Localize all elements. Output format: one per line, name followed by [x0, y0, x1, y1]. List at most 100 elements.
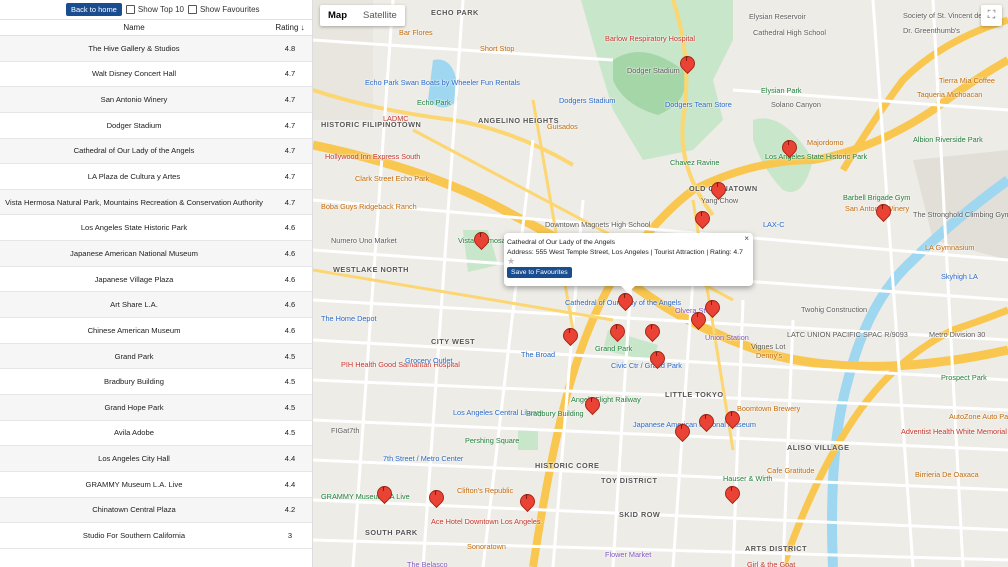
save-to-favourites-button[interactable]: Save to Favourites	[507, 266, 572, 278]
map-place-label[interactable]: LATC UNION PACIFIC SPAC R/9093	[787, 330, 908, 339]
map-place-label[interactable]: Grocery Outlet	[405, 356, 452, 365]
map-place-label[interactable]: Barbell Brigade Gym	[843, 193, 910, 202]
map-place-label[interactable]: HISTORIC CORE	[535, 461, 599, 470]
map-place-label[interactable]: ALISO VILLAGE	[787, 443, 849, 452]
map-place-label[interactable]: ECHO PARK	[431, 8, 479, 17]
map-place-label[interactable]: Bradbury Building	[526, 409, 584, 418]
table-row[interactable]: The Hive Gallery & Studios 4.8	[0, 35, 312, 62]
map-place-label[interactable]: CITY WEST	[431, 337, 475, 346]
map-place-label[interactable]: Solano Canyon	[771, 100, 821, 109]
place-marker-icon[interactable]	[705, 300, 718, 319]
map-place-label[interactable]: Taqueria Michoacan	[917, 90, 982, 99]
table-row[interactable]: Japanese Village Plaza 4.6	[0, 266, 312, 292]
map-place-label[interactable]: The Belasco	[407, 560, 448, 567]
place-marker-icon[interactable]	[520, 494, 533, 513]
map-place-label[interactable]: Short Stop	[480, 44, 514, 53]
map-place-label[interactable]: TOY DISTRICT	[601, 476, 657, 485]
map-place-label[interactable]: Cafe Gratitude	[767, 466, 814, 475]
map-place-label[interactable]: Pershing Square	[465, 436, 519, 445]
place-marker-icon[interactable]	[650, 351, 663, 370]
place-marker-icon[interactable]	[695, 211, 708, 230]
map-place-label[interactable]: Clark Street Echo Park	[355, 174, 429, 183]
map-place-label[interactable]: Sonoratown	[467, 542, 506, 551]
table-row[interactable]: Grand Park 4.5	[0, 343, 312, 369]
back-to-home-button[interactable]: Back to home	[66, 3, 122, 16]
map-place-label[interactable]: Boomtown Brewery	[737, 404, 800, 413]
map-place-label[interactable]: Guisados	[547, 122, 578, 131]
map-type-map-button[interactable]: Map	[320, 5, 355, 26]
table-row[interactable]: Bradbury Building 4.5	[0, 369, 312, 395]
map-place-label[interactable]: Echo Park Swan Boats by Wheeler Fun Rent…	[365, 78, 520, 87]
place-marker-icon[interactable]	[618, 293, 631, 312]
map-place-label[interactable]: Girl & the Goat	[747, 560, 795, 567]
map-place-label[interactable]: Dodgers Team Store	[665, 100, 732, 109]
place-marker-icon[interactable]	[563, 328, 576, 347]
map-place-label[interactable]: Cathedral High School	[753, 28, 826, 37]
map-place-label[interactable]: LAX-C	[763, 220, 785, 229]
map-place-label[interactable]: Birrieria De Oaxaca	[915, 470, 979, 479]
table-row[interactable]: Chinatown Central Plaza 4.2	[0, 497, 312, 523]
place-marker-icon[interactable]	[675, 424, 688, 443]
place-marker-icon[interactable]	[782, 140, 795, 159]
map-place-label[interactable]: Civic Ctr / Grand Park	[611, 361, 682, 370]
column-header-name[interactable]: Name	[0, 20, 268, 36]
map-place-label[interactable]: SOUTH PARK	[365, 528, 418, 537]
map-place-label[interactable]: Dodger Stadium	[627, 66, 680, 75]
table-row[interactable]: Dodger Stadium 4.7	[0, 112, 312, 139]
close-icon[interactable]: ×	[744, 234, 749, 243]
map-place-label[interactable]: The Broad	[521, 350, 555, 359]
map-place-label[interactable]: WESTLAKE NORTH	[333, 265, 409, 274]
table-row[interactable]: San Antonio Winery 4.7	[0, 86, 312, 113]
map-place-label[interactable]: 7th Street / Metro Center	[383, 454, 463, 463]
map-place-label[interactable]: The Home Depot	[321, 314, 377, 323]
map-place-label[interactable]: Twohig Construction	[801, 305, 867, 314]
map-place-label[interactable]: ARTS DISTRICT	[745, 544, 807, 553]
map-place-label[interactable]: Dodgers Stadium	[559, 96, 615, 105]
place-marker-icon[interactable]	[711, 182, 724, 201]
show-top10-toggle[interactable]: Show Top 10	[125, 5, 184, 14]
place-marker-icon[interactable]	[429, 490, 442, 509]
place-marker-icon[interactable]	[725, 486, 738, 505]
table-row[interactable]: Los Angeles State Historic Park 4.6	[0, 215, 312, 241]
map-place-label[interactable]: Majordomo	[807, 138, 844, 147]
map-place-label[interactable]: Elysian Park	[761, 86, 802, 95]
map-place-label[interactable]: Union Station	[705, 333, 749, 342]
map-place-label[interactable]: LITTLE TOKYO	[665, 390, 724, 399]
map-place-label[interactable]: Bar Flores	[399, 28, 433, 37]
map-place-label[interactable]: Barlow Respiratory Hospital	[605, 34, 695, 43]
map-place-label[interactable]: Prospect Park	[941, 373, 987, 382]
map-place-label[interactable]: Skyhigh LA	[941, 272, 978, 281]
map-place-label[interactable]: Clifton's Republic	[457, 486, 513, 495]
table-row[interactable]: Grand Hope Park 4.5	[0, 394, 312, 421]
place-marker-icon[interactable]	[645, 324, 658, 343]
table-row[interactable]: Studio For Southern California 3	[0, 523, 312, 549]
map-place-label[interactable]: LADMC	[383, 114, 409, 123]
table-row[interactable]: GRAMMY Museum L.A. Live 4.4	[0, 471, 312, 498]
place-marker-icon[interactable]	[377, 486, 390, 505]
map-place-label[interactable]: Hollywood Inn Express South	[325, 152, 420, 161]
fullscreen-icon[interactable]: ⛶	[981, 5, 1002, 26]
map-place-label[interactable]: LA Gymnasium	[925, 243, 974, 252]
place-marker-icon[interactable]	[699, 414, 712, 433]
show-favourites-toggle[interactable]: Show Favourites	[187, 5, 260, 14]
map-type-satellite-button[interactable]: Satellite	[355, 5, 405, 26]
place-marker-icon[interactable]	[876, 204, 889, 223]
place-marker-icon[interactable]	[610, 324, 623, 343]
table-row[interactable]: LA Plaza de Cultura y Artes 4.7	[0, 164, 312, 190]
place-marker-icon[interactable]	[691, 312, 704, 331]
map-place-label[interactable]: Ace Hotel Downtown Los Angeles	[431, 517, 541, 526]
map-place-label[interactable]: Chavez Ravine	[670, 158, 719, 167]
table-row[interactable]: Chinese American Museum 4.6	[0, 318, 312, 344]
show-top10-checkbox[interactable]	[125, 5, 135, 14]
map-place-label[interactable]: Los Angeles State Historic Park	[765, 152, 867, 161]
map-place-label[interactable]: Echo Park	[417, 98, 451, 107]
table-row[interactable]: Walt Disney Concert Hall 4.7	[0, 61, 312, 87]
map-place-label[interactable]: Downtown Magnets High School	[545, 220, 650, 229]
show-favourites-checkbox[interactable]	[187, 5, 197, 14]
place-marker-icon[interactable]	[474, 232, 487, 251]
star-icon[interactable]: ★	[507, 256, 745, 266]
map-place-label[interactable]: Dr. Greenthumb's	[903, 26, 960, 35]
table-row[interactable]: Vista Hermosa Natural Park, Mountains Re…	[0, 189, 312, 215]
map-place-label[interactable]: Denny's	[756, 351, 782, 360]
map-place-label[interactable]: Angels Flight Railway	[571, 395, 641, 404]
